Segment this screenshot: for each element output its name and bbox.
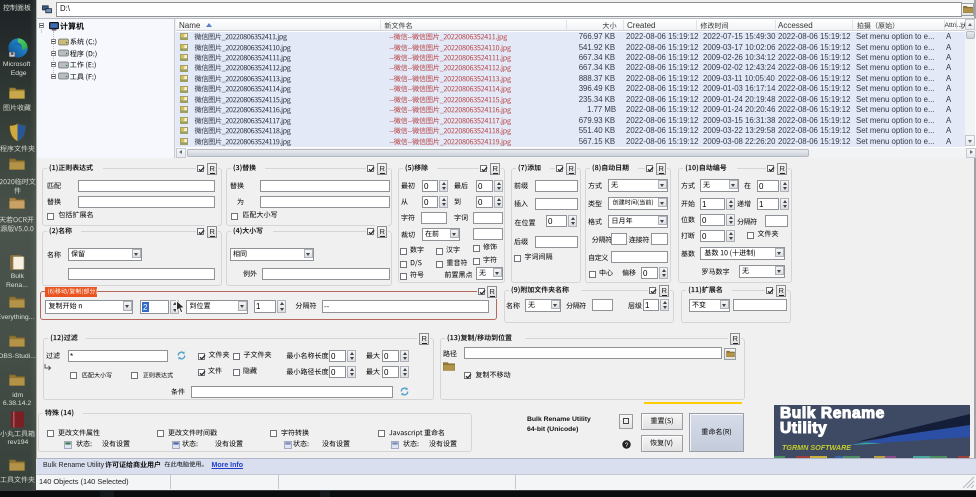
svg-text:?: ?	[625, 442, 629, 449]
